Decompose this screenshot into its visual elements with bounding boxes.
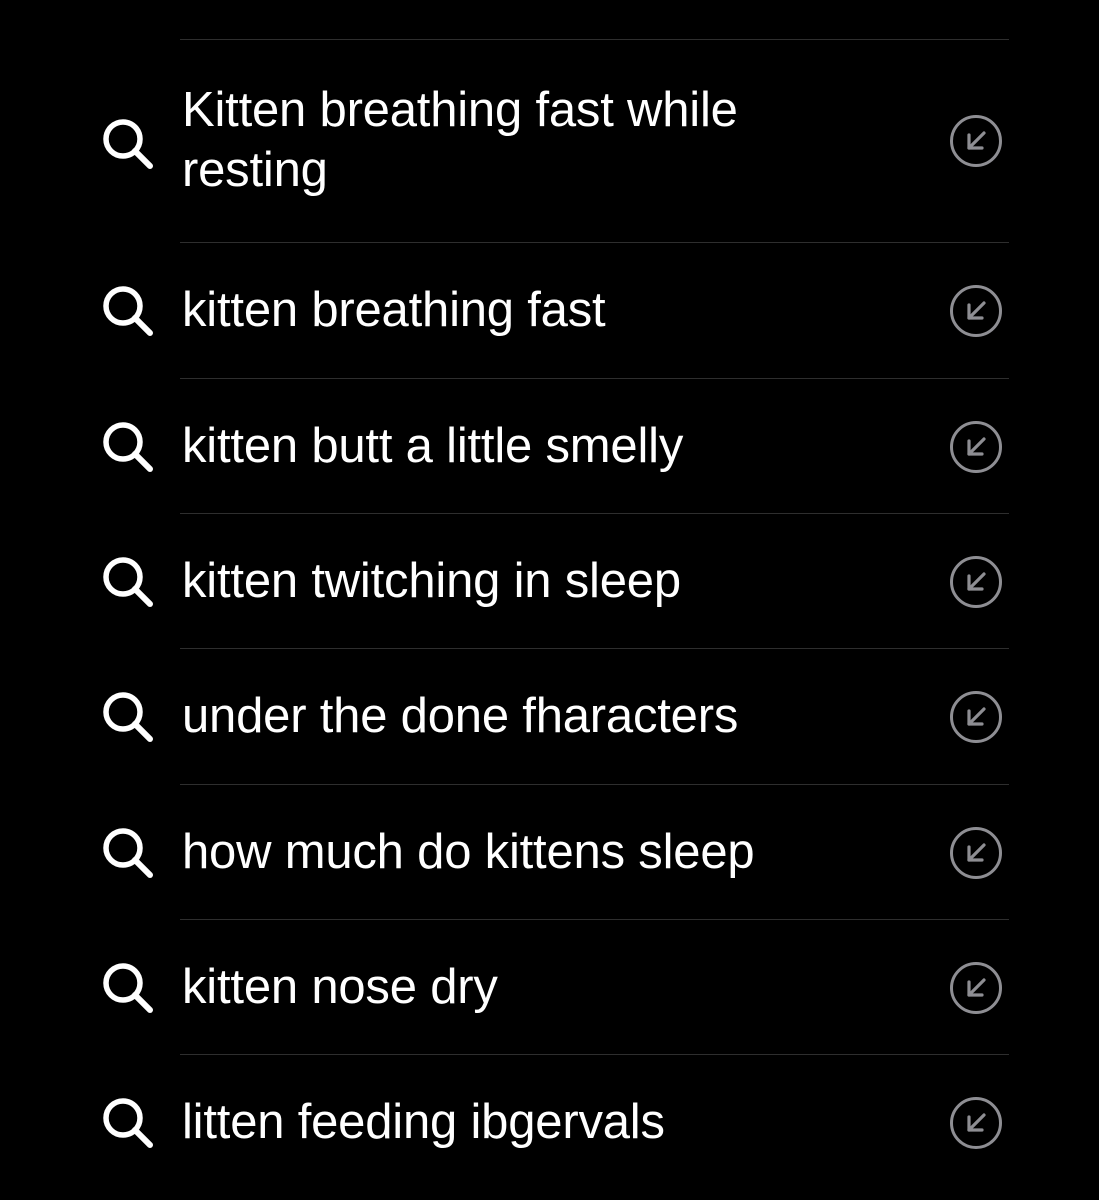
search-icon	[103, 692, 153, 742]
arrow-up-left-icon[interactable]	[948, 419, 1004, 475]
search-icon	[103, 828, 153, 878]
suggestion-row[interactable]: kitten twitching in sleep	[0, 514, 1099, 648]
suggestion-text: kitten breathing fast	[182, 283, 606, 337]
arrow-up-left-icon[interactable]	[948, 825, 1004, 881]
suggestion-text: kitten butt a little smelly	[182, 419, 684, 473]
search-icon	[103, 557, 153, 607]
arrow-up-left-icon[interactable]	[948, 554, 1004, 610]
suggestion-row[interactable]: how much do kittens sleep	[0, 785, 1099, 919]
arrow-up-left-icon[interactable]	[948, 689, 1004, 745]
suggestion-text: litten feeding ibgervals	[182, 1095, 665, 1149]
suggestion-text: Kitten breathing fast while resting	[182, 83, 738, 197]
suggestion-text: kitten twitching in sleep	[182, 554, 681, 608]
suggestion-row[interactable]: under the done fharacters	[0, 649, 1099, 784]
suggestion-text: how much do kittens sleep	[182, 825, 755, 879]
search-icon	[103, 286, 153, 336]
arrow-up-left-icon[interactable]	[948, 113, 1004, 169]
search-icon	[103, 963, 153, 1013]
suggestion-row[interactable]: kitten butt a little smelly	[0, 379, 1099, 513]
suggestion-text: kitten nose dry	[182, 960, 498, 1014]
arrow-up-left-icon[interactable]	[948, 960, 1004, 1016]
search-icon	[103, 119, 153, 169]
search-icon	[103, 1098, 153, 1148]
suggestion-row[interactable]: litten feeding ibgervals	[0, 1055, 1099, 1190]
suggestion-text: under the done fharacters	[182, 689, 739, 743]
arrow-up-left-icon[interactable]	[948, 283, 1004, 339]
suggestion-row[interactable]: Kitten breathing fast while resting	[0, 40, 1099, 242]
suggestion-row[interactable]: kitten nose dry	[0, 920, 1099, 1054]
suggestion-row[interactable]: kitten breathing fast	[0, 243, 1099, 378]
search-icon	[103, 422, 153, 472]
arrow-up-left-icon[interactable]	[948, 1095, 1004, 1151]
